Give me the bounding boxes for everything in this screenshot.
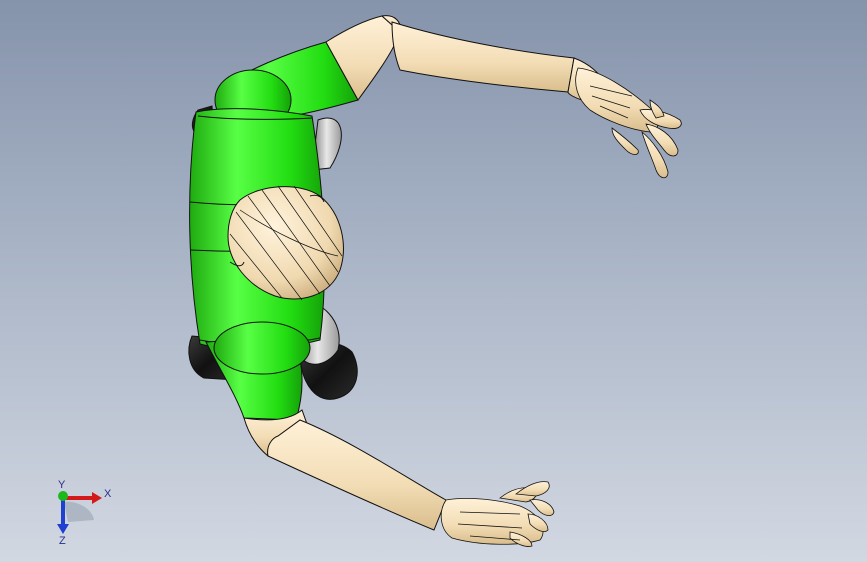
arm-left [243,409,447,531]
hand-left [440,481,555,547]
human-model-3d[interactable] [0,0,867,562]
graphics-viewport[interactable]: X Y Z [0,0,867,562]
triad-background-shadow [64,501,94,522]
upper-arm-left-sleeve [205,321,311,421]
y-axis-label: Y [58,479,66,491]
hand-right [575,67,682,179]
arm-right [325,15,605,101]
z-axis-label: Z [59,535,66,547]
y-axis-origin-icon [58,491,68,501]
coordinate-triad: X Y Z [57,479,112,547]
x-axis-label: X [104,488,112,500]
